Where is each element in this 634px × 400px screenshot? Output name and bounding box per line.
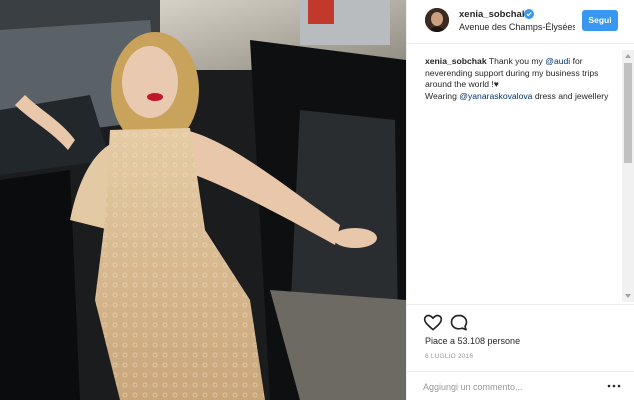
avatar[interactable] [425,8,449,32]
scroll-down-arrow-icon[interactable] [622,290,634,302]
photo-image [0,0,406,400]
post-sidebar: xenia_sobchak Avenue des Champs-Élysées … [406,0,634,400]
caption-text: dress and jewellery [532,90,609,101]
caption-text: Thank you my [486,56,546,66]
heart-icon[interactable] [423,313,443,333]
location-link[interactable]: Avenue des Champs-Élysées [459,22,575,32]
instagram-post: xenia_sobchak Avenue des Champs-Élysées … [0,0,634,400]
likes-count[interactable]: Piace a 53.108 persone [425,336,520,346]
avatar-image [425,8,449,32]
verified-badge-icon [524,9,534,19]
post-actions: Piace a 53.108 persone 6 LUGLIO 2016 [407,304,634,400]
post-date[interactable]: 6 LUGLIO 2016 [425,353,473,360]
caption-username[interactable]: xenia_sobchak [425,56,487,66]
scroll-up-arrow-icon[interactable] [622,50,634,62]
username-link[interactable]: xenia_sobchak [459,9,527,20]
mention-link-yanaraskovalova[interactable]: @yanaraskovalova [459,91,532,101]
follow-button[interactable]: Segui [582,10,618,31]
comment-bubble-icon[interactable] [449,313,469,333]
post-header: xenia_sobchak Avenue des Champs-Élysées … [407,0,634,44]
comments-scrollbar[interactable] [622,50,634,302]
comment-input[interactable] [423,380,593,394]
scrollbar-thumb[interactable] [624,63,632,163]
post-photo[interactable] [0,0,406,400]
more-options-icon[interactable] [607,382,621,390]
post-caption: xenia_sobchak Thank you my @audi for nev… [425,56,621,102]
comment-form [407,371,634,400]
caption-text: Wearing [425,90,460,101]
mention-link-audi[interactable]: @audi [545,56,570,66]
heart-emoji: ♥ [493,79,499,90]
